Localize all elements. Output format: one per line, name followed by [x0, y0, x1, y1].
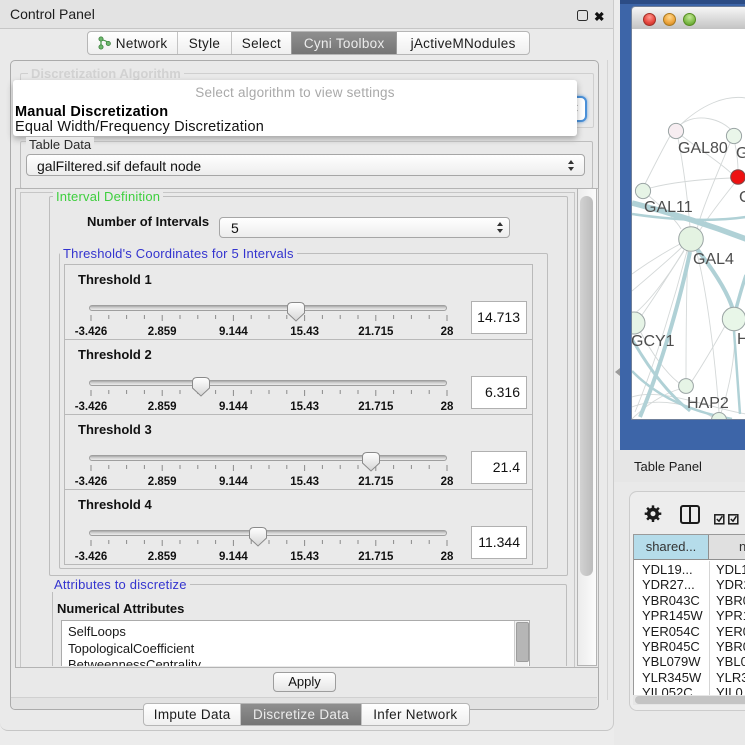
svg-text:2.859: 2.859 — [148, 551, 177, 563]
svg-text:GAL4: GAL4 — [693, 251, 734, 268]
svg-text:-3.426: -3.426 — [75, 476, 108, 488]
svg-text:GAL11: GAL11 — [644, 199, 693, 216]
svg-text:21.715: 21.715 — [358, 401, 394, 413]
svg-text:15.43: 15.43 — [290, 551, 319, 563]
svg-text:2.859: 2.859 — [148, 326, 177, 338]
svg-text:GAL80: GAL80 — [678, 140, 728, 157]
svg-text:28: 28 — [441, 551, 454, 563]
svg-text:2.859: 2.859 — [148, 401, 177, 413]
svg-text:H: H — [737, 331, 745, 348]
svg-text:21.715: 21.715 — [358, 326, 394, 338]
svg-text:15.43: 15.43 — [290, 476, 319, 488]
svg-text:-3.426: -3.426 — [75, 401, 108, 413]
svg-text:-3.426: -3.426 — [75, 551, 108, 563]
svg-text:15.43: 15.43 — [290, 326, 319, 338]
svg-text:C: C — [739, 189, 745, 206]
svg-text:GCY1: GCY1 — [632, 333, 675, 350]
svg-text:-3.426: -3.426 — [75, 326, 108, 338]
svg-text:15.43: 15.43 — [290, 401, 319, 413]
svg-text:28: 28 — [441, 476, 454, 488]
svg-text:GA: GA — [736, 145, 745, 162]
svg-text:9.144: 9.144 — [219, 401, 248, 413]
svg-text:28: 28 — [441, 326, 454, 338]
svg-text:21.715: 21.715 — [358, 476, 394, 488]
svg-text:28: 28 — [441, 401, 454, 413]
svg-text:9.144: 9.144 — [219, 476, 248, 488]
svg-text:2.859: 2.859 — [148, 476, 177, 488]
svg-text:21.715: 21.715 — [358, 551, 394, 563]
svg-text:HAP2: HAP2 — [687, 395, 729, 412]
svg-text:9.144: 9.144 — [219, 551, 248, 563]
svg-text:9.144: 9.144 — [219, 326, 248, 338]
